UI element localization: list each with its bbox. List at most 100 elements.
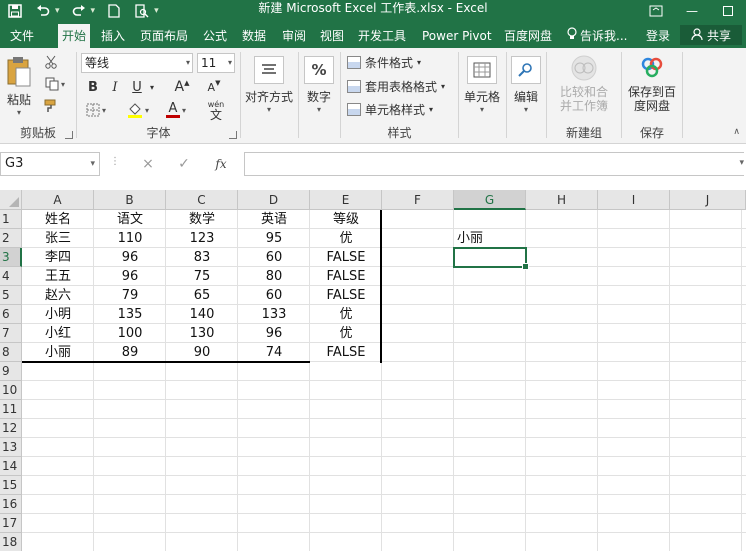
column-header-c[interactable]: C <box>166 190 238 210</box>
cells-button[interactable] <box>467 56 497 87</box>
enter-icon[interactable]: ✓ <box>174 154 194 174</box>
cell-d2[interactable]: 95 <box>238 229 310 248</box>
cell-e5[interactable]: FALSE <box>310 286 382 305</box>
cell-c6[interactable]: 140 <box>166 305 238 324</box>
cell-b8[interactable]: 89 <box>94 343 166 362</box>
column-header-h[interactable]: H <box>526 190 598 210</box>
cell-a6[interactable]: 小明 <box>22 305 94 324</box>
format-as-table-button[interactable]: 套用表格格式 ▾ <box>347 76 445 96</box>
cell-e3[interactable]: FALSE <box>310 248 382 267</box>
font-name-dropdown-icon[interactable]: ▾ <box>186 54 190 72</box>
cell-c2[interactable]: 123 <box>166 229 238 248</box>
increase-font-icon[interactable]: A ▲ <box>167 77 197 97</box>
cell-g2[interactable]: 小丽 <box>454 229 526 248</box>
column-header-f[interactable]: F <box>382 190 454 210</box>
cell-a8[interactable]: 小丽 <box>22 343 94 362</box>
tab-data[interactable]: 数据 <box>242 24 266 48</box>
paste-dropdown-icon[interactable]: ▾ <box>17 108 21 117</box>
cell-a4[interactable]: 王五 <box>22 267 94 286</box>
cell-b2[interactable]: 110 <box>94 229 166 248</box>
tab-view[interactable]: 视图 <box>320 24 344 48</box>
column-header-e[interactable]: E <box>310 190 382 210</box>
font-color-icon[interactable]: A ▾ <box>161 100 191 120</box>
column-header-a[interactable]: A <box>22 190 94 210</box>
cell-a5[interactable]: 赵六 <box>22 286 94 305</box>
save-icon[interactable] <box>6 2 24 20</box>
phonetic-guide-icon[interactable]: wén 文 <box>201 98 231 124</box>
cell-b3[interactable]: 96 <box>94 248 166 267</box>
number-dropdown-icon[interactable]: ▾ <box>317 105 321 114</box>
alignment-dropdown-icon[interactable]: ▾ <box>267 105 271 114</box>
cell-d7[interactable]: 96 <box>238 324 310 343</box>
editing-dropdown-icon[interactable]: ▾ <box>524 105 528 114</box>
cell-d1[interactable]: 英语 <box>238 210 310 229</box>
cell-d3[interactable]: 60 <box>238 248 310 267</box>
cell-b6[interactable]: 135 <box>94 305 166 324</box>
tab-page-layout[interactable]: 页面布局 <box>140 24 188 48</box>
redo-icon[interactable] <box>70 2 88 20</box>
conditional-format-button[interactable]: 条件格式 ▾ <box>347 52 421 72</box>
share-button[interactable]: 共享 <box>680 25 742 45</box>
cell-b1[interactable]: 语文 <box>94 210 166 229</box>
tab-power-pivot[interactable]: Power Pivot <box>422 24 492 48</box>
borders-icon[interactable]: ▾ <box>83 100 109 120</box>
tell-me-box[interactable]: 告诉我... <box>567 24 627 48</box>
cell-styles-button[interactable]: 单元格样式 ▾ <box>347 99 433 119</box>
cell-c3[interactable]: 83 <box>166 248 238 267</box>
font-size-dropdown-icon[interactable]: ▾ <box>228 54 232 72</box>
row-header-8[interactable]: 8 <box>0 343 22 362</box>
cell-d8[interactable]: 74 <box>238 343 310 362</box>
number-format-button[interactable]: % <box>304 56 334 87</box>
cell-e2[interactable]: 优 <box>310 229 382 248</box>
cell-d4[interactable]: 80 <box>238 267 310 286</box>
clipboard-launcher-icon[interactable] <box>65 131 73 139</box>
cell-d6[interactable]: 133 <box>238 305 310 324</box>
font-launcher-icon[interactable] <box>229 131 237 139</box>
undo-icon[interactable] <box>34 2 52 20</box>
tab-developer[interactable]: 开发工具 <box>358 24 406 48</box>
underline-button[interactable]: U <box>129 77 145 97</box>
cells-label-button[interactable]: 单元格 ▾ <box>459 88 505 114</box>
formula-bar-grip-icon[interactable]: ⋮ <box>110 156 120 167</box>
row-header-3[interactable]: 3 <box>0 248 22 267</box>
cell-c7[interactable]: 130 <box>166 324 238 343</box>
undo-dropdown-icon[interactable]: ▾ <box>55 6 60 16</box>
cell-e6[interactable]: 优 <box>310 305 382 324</box>
row-header-1[interactable]: 1 <box>0 210 22 229</box>
paste-button[interactable]: 粘贴 ▾ <box>4 56 34 117</box>
cell-e1[interactable]: 等级 <box>310 210 382 229</box>
cell-d5[interactable]: 60 <box>238 286 310 305</box>
name-box[interactable]: G3 ▾ <box>0 152 100 176</box>
fill-color-icon[interactable]: ▾ <box>123 100 153 120</box>
number-label-button[interactable]: 数字 ▾ <box>299 88 339 114</box>
row-header-17[interactable]: 17 <box>0 514 22 533</box>
row-header-18[interactable]: 18 <box>0 533 22 551</box>
decrease-font-icon[interactable]: A ▼ <box>199 77 229 97</box>
row-header-13[interactable]: 13 <box>0 438 22 457</box>
italic-button[interactable]: I <box>107 77 123 97</box>
insert-function-icon[interactable]: fx <box>211 154 231 174</box>
row-header-10[interactable]: 10 <box>0 381 22 400</box>
save-to-baidu-button[interactable]: 保存到百度网盘 <box>625 54 679 113</box>
row-header-11[interactable]: 11 <box>0 400 22 419</box>
font-size-combo[interactable]: 11 ▾ <box>197 53 235 73</box>
cell-a1[interactable]: 姓名 <box>22 210 94 229</box>
cell-c8[interactable]: 90 <box>166 343 238 362</box>
row-header-12[interactable]: 12 <box>0 419 22 438</box>
tab-formulas[interactable]: 公式 <box>203 24 227 48</box>
cell-c1[interactable]: 数学 <box>166 210 238 229</box>
column-header-d[interactable]: D <box>238 190 310 210</box>
underline-dropdown-icon[interactable]: ▾ <box>147 77 157 97</box>
cells-dropdown-icon[interactable]: ▾ <box>480 105 484 114</box>
collapse-ribbon-icon[interactable]: ∧ <box>733 127 740 137</box>
minimize-icon[interactable]: — <box>674 0 710 22</box>
tab-review[interactable]: 审阅 <box>282 24 306 48</box>
cancel-icon[interactable]: × <box>138 154 158 174</box>
cell-a3[interactable]: 李四 <box>22 248 94 267</box>
tab-insert[interactable]: 插入 <box>101 24 125 48</box>
expand-formula-bar-icon[interactable]: ▾ <box>739 158 744 168</box>
column-header-b[interactable]: B <box>94 190 166 210</box>
select-all-button[interactable] <box>0 190 22 210</box>
row-header-2[interactable]: 2 <box>0 229 22 248</box>
row-header-16[interactable]: 16 <box>0 495 22 514</box>
